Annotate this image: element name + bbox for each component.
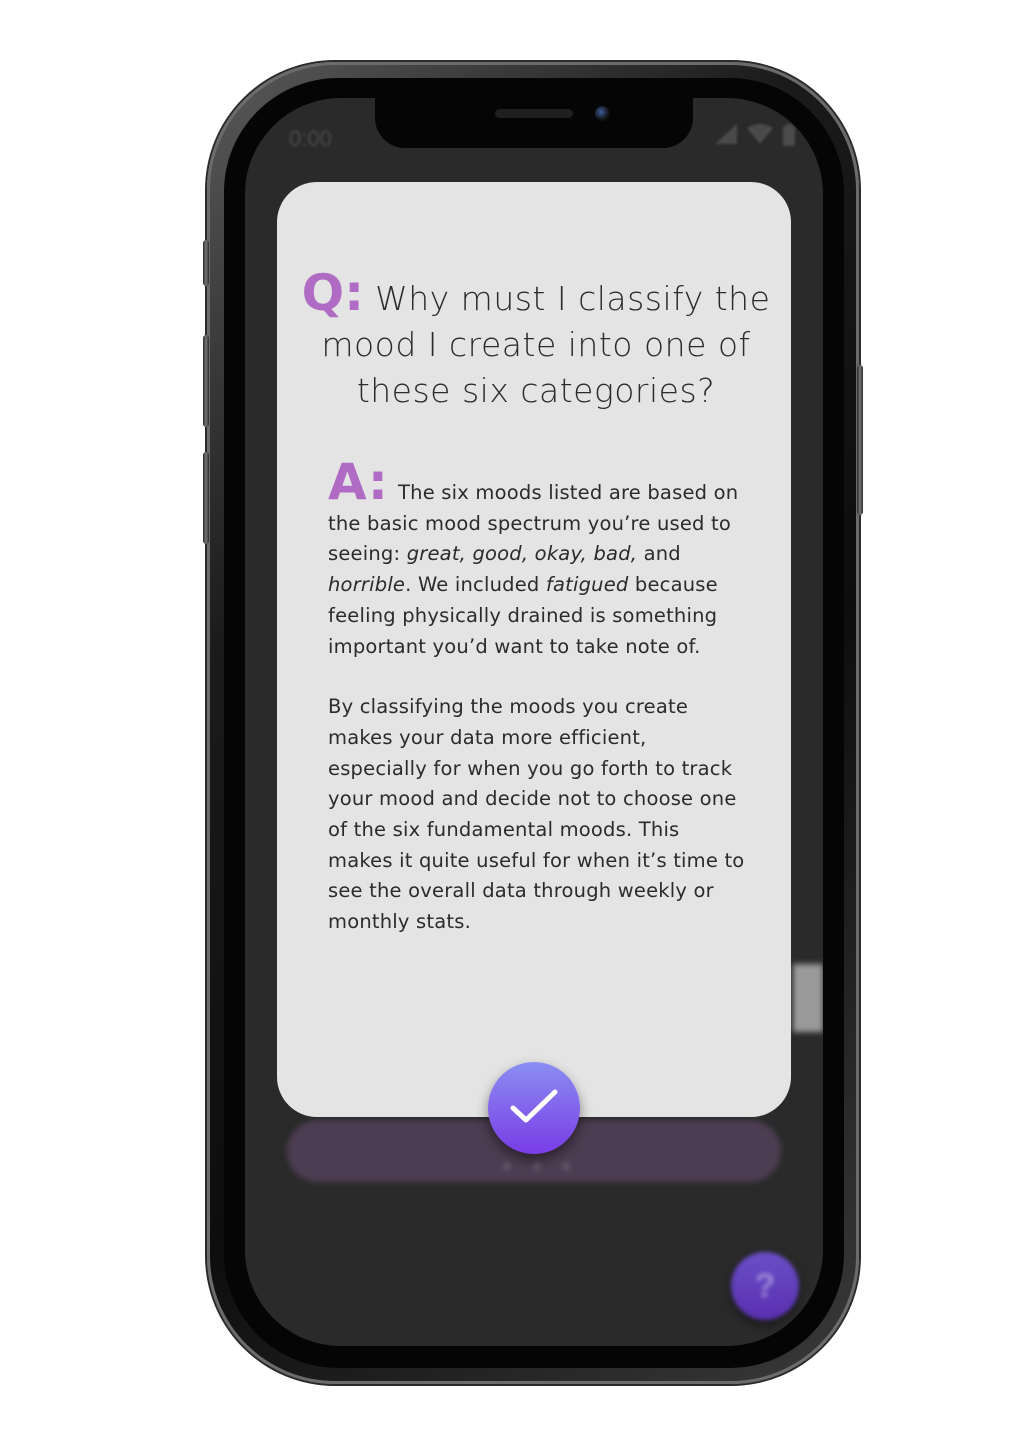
question-prefix: Q: xyxy=(301,264,365,322)
answer-emphasis: fatigued xyxy=(545,573,629,597)
help-button[interactable]: ? xyxy=(731,1252,799,1320)
answer-emphasis: great, good, okay, bad, xyxy=(406,542,638,566)
checkmark-icon xyxy=(508,1086,560,1131)
background-pill-dots: • • • xyxy=(503,1154,579,1179)
answer-emphasis: horrible xyxy=(328,573,406,597)
answer-text: . We included xyxy=(405,573,546,597)
question: Q: Why must I classify the mood I create… xyxy=(301,268,771,414)
help-icon: ? xyxy=(754,1266,776,1305)
notch xyxy=(375,98,693,148)
answer-text: and xyxy=(637,542,681,566)
volume-down-button xyxy=(203,452,209,544)
device-frame: 0:00 • • • ? Q: Why must I classify the … xyxy=(0,0,1036,1444)
power-button xyxy=(857,365,863,515)
answer-paragraph-1: A: The six moods listed are based on the … xyxy=(328,457,748,662)
answer: A: The six moods listed are based on the … xyxy=(328,457,748,938)
camera-icon xyxy=(595,106,610,121)
background-card-edge xyxy=(793,964,823,1032)
mute-switch xyxy=(203,240,209,286)
answer-paragraph-2: By classifying the moods you create make… xyxy=(328,695,745,934)
faq-dialog: Q: Why must I classify the mood I create… xyxy=(277,182,791,1117)
confirm-button[interactable] xyxy=(488,1062,580,1154)
answer-prefix: A: xyxy=(328,453,389,511)
volume-up-button xyxy=(203,335,209,427)
question-text: Why must I classify the mood I create in… xyxy=(321,279,771,410)
phone-screen: 0:00 • • • ? Q: Why must I classify the … xyxy=(245,98,823,1346)
speaker-grille xyxy=(495,109,573,118)
